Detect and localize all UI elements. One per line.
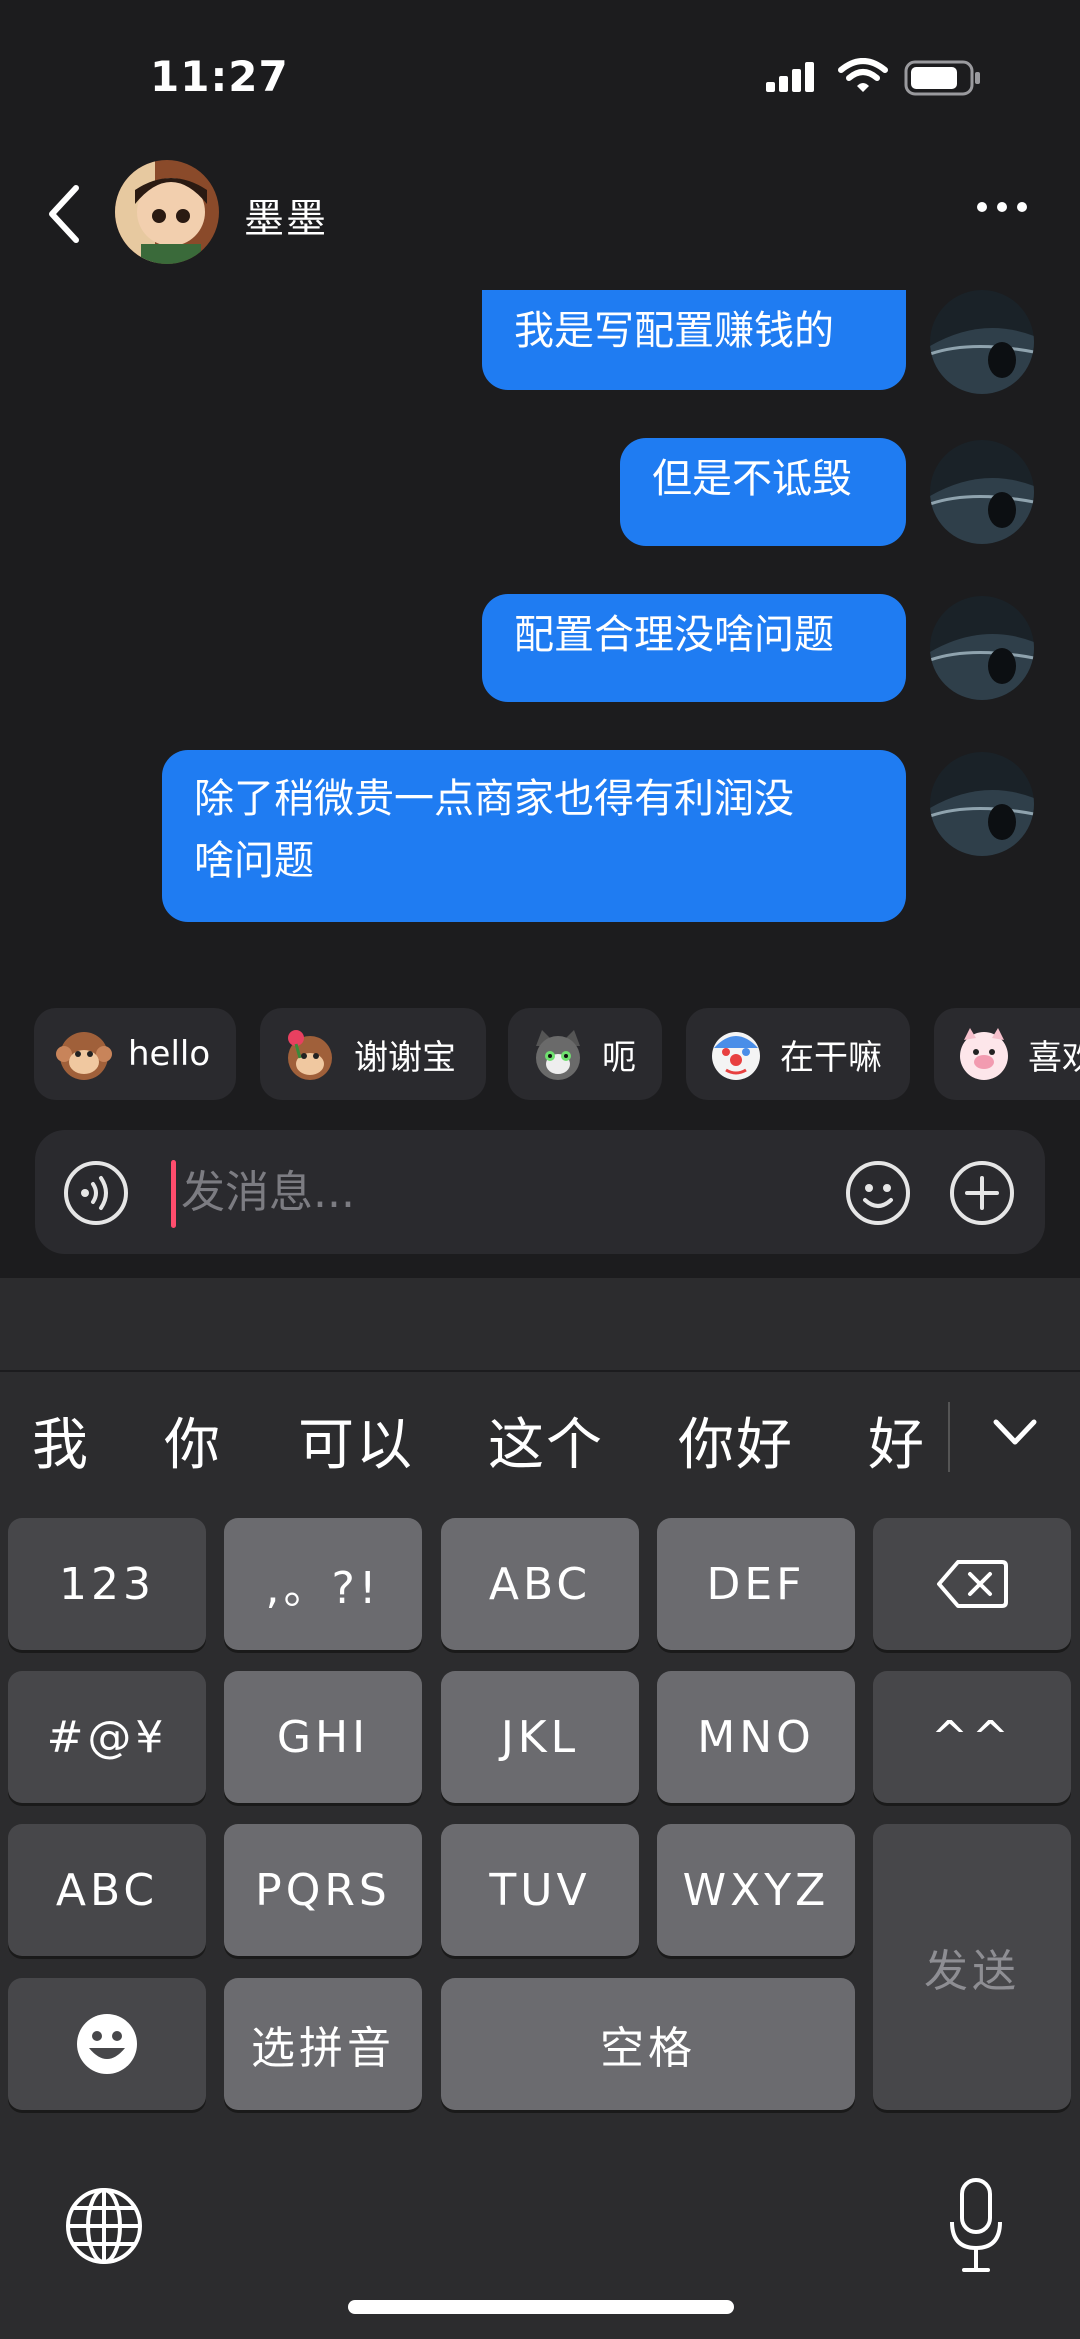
quick-reply-chip[interactable]: 谢谢宝 — [260, 1008, 486, 1100]
candidate-word[interactable]: 可以 — [298, 1400, 414, 1481]
status-time: 11:27 — [150, 52, 289, 101]
key-space[interactable]: 空格 — [441, 1978, 855, 2110]
key-numbers[interactable]: 123 — [8, 1518, 206, 1650]
key-symbols[interactable]: #@¥ — [8, 1671, 206, 1803]
add-attachment-icon[interactable] — [949, 1160, 1015, 1226]
key-tuv[interactable]: TUV — [441, 1824, 639, 1956]
message-bubble[interactable]: 但是不诋毁 — [620, 438, 906, 546]
quick-reply-label: 谢谢宝 — [354, 1037, 456, 1078]
quick-reply-chip[interactable]: 在干嘛 — [686, 1008, 910, 1100]
message-bubble[interactable]: 配置合理没啥问题 — [482, 594, 906, 702]
my-avatar[interactable] — [930, 596, 1034, 700]
message-input-bar: 发消息... — [35, 1130, 1045, 1254]
message-line: 除了稍微贵一点商家也得有利润没 — [194, 776, 794, 822]
globe-icon[interactable] — [64, 2186, 144, 2266]
backspace-icon — [937, 1560, 1008, 1608]
key-mno[interactable]: MNO — [657, 1671, 855, 1803]
cat-sticker-icon — [536, 1030, 580, 1080]
key-emoji[interactable] — [8, 1978, 206, 2110]
quick-reply-label: 喜欢 — [1028, 1037, 1080, 1078]
pig-sticker-icon — [960, 1028, 1008, 1080]
key-pqrs[interactable]: PQRS — [224, 1824, 422, 1956]
monkey-flower-sticker-icon — [288, 1030, 332, 1080]
candidate-word[interactable]: 你好 — [678, 1400, 794, 1481]
message-line: 啥问题 — [194, 838, 314, 884]
text-caret — [171, 1160, 176, 1228]
home-indicator[interactable] — [348, 2300, 734, 2314]
candidate-bar: 我 你 可以 这个 你好 好 — [0, 1374, 1080, 1504]
keyboard: 我 你 可以 这个 你好 好 — [0, 1278, 1080, 2339]
monkey-sticker-icon — [56, 1032, 112, 1080]
key-wxyz[interactable]: WXYZ — [657, 1824, 855, 1956]
quick-reply-chip[interactable]: 呃 — [508, 1008, 662, 1100]
candidate-word[interactable]: 你 — [164, 1400, 222, 1481]
send-key[interactable]: 发送 — [873, 1824, 1071, 2110]
quick-reply-label: 在干嘛 — [780, 1037, 882, 1078]
cellular-signal-icon — [766, 62, 814, 92]
quick-reply-label: 呃 — [602, 1037, 636, 1078]
message-bubble[interactable]: 我是写配置赚钱的 — [482, 290, 906, 390]
key-emoticon[interactable]: ^^ — [873, 1671, 1071, 1803]
contact-name: 墨墨 — [244, 196, 328, 242]
my-avatar[interactable] — [930, 752, 1034, 856]
key-abc-switch[interactable]: ABC — [8, 1824, 206, 1956]
back-chevron-icon[interactable] — [44, 184, 84, 244]
emoji-picker-icon[interactable] — [845, 1160, 911, 1226]
microphone-icon[interactable] — [946, 2176, 1006, 2276]
key-punctuation[interactable]: ,。?! — [224, 1518, 422, 1650]
my-avatar[interactable] — [930, 290, 1034, 394]
key-abc[interactable]: ABC — [441, 1518, 639, 1650]
more-options-icon[interactable] — [975, 200, 1029, 214]
message-input[interactable]: 发消息... — [181, 1160, 355, 1226]
key-ghi[interactable]: GHI — [224, 1671, 422, 1803]
candidate-word[interactable]: 这个 — [488, 1400, 604, 1481]
my-avatar[interactable] — [930, 440, 1034, 544]
emoji-face-icon — [77, 2014, 137, 2074]
keyboard-toolbar — [0, 1278, 1080, 1372]
key-def[interactable]: DEF — [657, 1518, 855, 1650]
message-bubble[interactable]: 除了稍微贵一点商家也得有利润没 啥问题 — [162, 750, 906, 922]
quick-reply-bar: hello 谢谢宝 呃 在干嘛 喜欢 — [34, 1008, 1080, 1102]
quick-reply-chip[interactable]: hello — [34, 1008, 236, 1100]
candidate-divider — [948, 1402, 950, 1472]
status-bar: 11:27 — [0, 0, 1080, 150]
contact-avatar[interactable] — [115, 160, 219, 264]
candidate-word[interactable]: 好 — [868, 1400, 926, 1481]
quick-reply-label: hello — [128, 1034, 211, 1074]
candidate-word[interactable]: 我 — [32, 1400, 90, 1481]
clown-sticker-icon — [712, 1032, 760, 1080]
voice-input-icon[interactable] — [63, 1160, 129, 1226]
key-backspace[interactable] — [873, 1518, 1071, 1650]
quick-reply-chip[interactable]: 喜欢 — [934, 1008, 1080, 1100]
wifi-icon — [838, 58, 888, 92]
expand-candidates-chevron-icon[interactable] — [990, 1412, 1040, 1452]
key-jkl[interactable]: JKL — [441, 1671, 639, 1803]
key-select-pinyin[interactable]: 选拼音 — [224, 1978, 422, 2110]
battery-icon — [904, 60, 980, 96]
